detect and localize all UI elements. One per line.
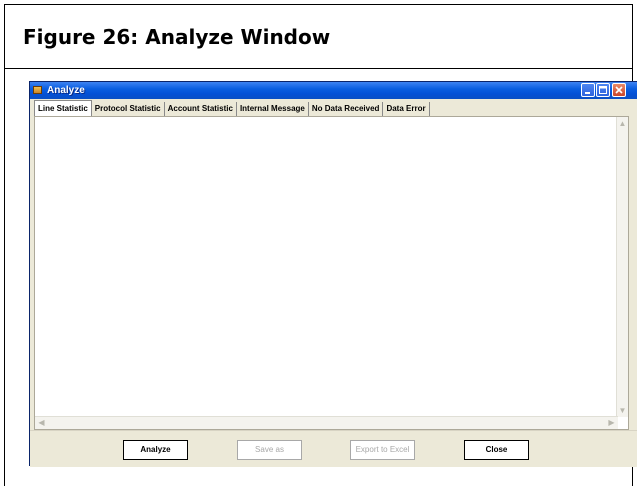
tab-data-error[interactable]: Data Error xyxy=(383,102,430,116)
close-icon xyxy=(615,86,623,94)
minimize-icon xyxy=(585,92,590,94)
export-to-excel-button[interactable]: Export to Excel xyxy=(350,440,415,460)
app-icon xyxy=(33,86,42,94)
scroll-up-icon[interactable]: ▲ xyxy=(618,119,627,128)
analyze-window: Analyze Line Statistic Protocol Statisti… xyxy=(29,81,637,467)
maximize-icon xyxy=(599,86,607,94)
scroll-left-icon[interactable]: ◀ xyxy=(37,418,46,427)
maximize-button[interactable] xyxy=(596,83,610,97)
tab-bar: Line Statistic Protocol Statistic Accoun… xyxy=(34,100,430,117)
results-panel[interactable]: ▲ ▼ ◀ ▶ xyxy=(34,116,629,430)
scroll-right-icon[interactable]: ▶ xyxy=(607,418,616,427)
tab-internal-message[interactable]: Internal Message xyxy=(236,102,309,116)
tab-account-statistic[interactable]: Account Statistic xyxy=(164,102,237,116)
button-bar: Analyze Save as Export to Excel Close xyxy=(30,430,637,467)
close-window-button[interactable] xyxy=(612,83,626,97)
horizontal-scrollbar[interactable]: ◀ ▶ xyxy=(35,416,618,429)
vertical-scrollbar[interactable]: ▲ ▼ xyxy=(616,117,628,417)
scroll-down-icon[interactable]: ▼ xyxy=(618,406,627,415)
tab-no-data-received[interactable]: No Data Received xyxy=(308,102,384,116)
minimize-button[interactable] xyxy=(581,83,595,97)
tab-line-statistic[interactable]: Line Statistic xyxy=(34,100,92,117)
title-bar[interactable]: Analyze xyxy=(30,82,637,99)
analyze-button[interactable]: Analyze xyxy=(123,440,188,460)
figure-title: Figure 26: Analyze Window xyxy=(5,5,632,69)
window-title: Analyze xyxy=(47,85,85,96)
close-button[interactable]: Close xyxy=(464,440,529,460)
save-as-button[interactable]: Save as xyxy=(237,440,302,460)
tab-protocol-statistic[interactable]: Protocol Statistic xyxy=(91,102,165,116)
